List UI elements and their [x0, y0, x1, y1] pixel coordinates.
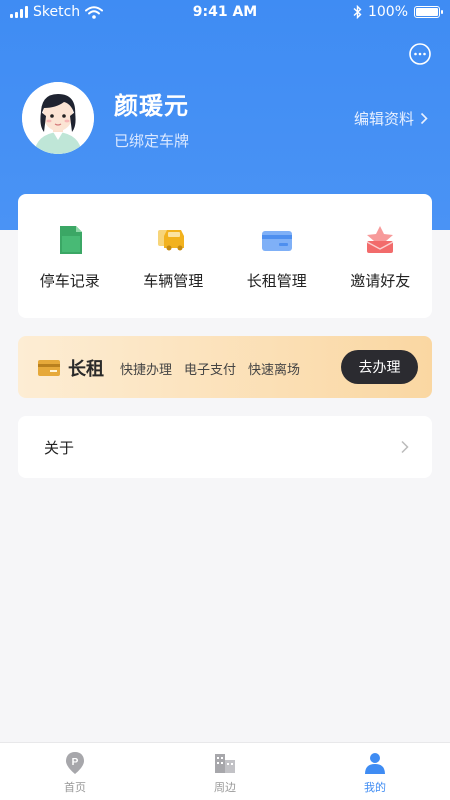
status-right: 100% — [353, 4, 443, 20]
edit-profile-link[interactable]: 编辑资料 — [354, 108, 428, 129]
banner-tag: 快捷办理 — [120, 363, 173, 378]
banner-tag: 电子支付 — [184, 363, 237, 378]
banner-title: 长租 — [68, 359, 104, 380]
chevron-right-icon — [420, 112, 428, 125]
battery-percent: 100% — [367, 4, 408, 20]
banner-tag: 快速离场 — [248, 363, 301, 378]
parking-record-icon — [59, 225, 82, 254]
car-management-icon — [158, 229, 185, 250]
message-icon[interactable] — [408, 42, 432, 66]
tab-label: 首页 — [64, 781, 86, 794]
user-icon — [365, 753, 385, 774]
avatar-illustration — [22, 82, 94, 154]
battery-icon — [414, 6, 443, 18]
rent-card-icon — [38, 360, 60, 376]
tab-mine[interactable]: 我的 — [300, 743, 450, 800]
parking-pin-icon: P — [66, 752, 84, 774]
menu-label: 停车记录 — [39, 271, 100, 290]
about-row[interactable]: 关于 — [18, 416, 432, 478]
menu-item-invite-friend[interactable]: 邀请好友 — [335, 206, 425, 306]
chevron-right-icon — [401, 440, 409, 454]
menu-label: 长租管理 — [246, 271, 307, 290]
tab-label: 我的 — [364, 781, 386, 794]
banner-tags: 快捷办理 电子支付 快速离场 — [120, 359, 300, 378]
tab-bar: P 首页 周边 我的 — [0, 742, 450, 800]
menu-item-parking-record[interactable]: 停车记录 — [25, 206, 115, 306]
menu-label: 车辆管理 — [143, 271, 204, 290]
long-rent-banner[interactable]: 长租 快捷办理 电子支付 快速离场 去办理 — [18, 336, 432, 398]
menu-item-car-management[interactable]: 车辆管理 — [128, 206, 218, 306]
invite-friend-icon — [366, 225, 394, 253]
menu-label: 邀请好友 — [350, 271, 411, 290]
status-bar: Sketch 9:41 AM 100% — [0, 0, 450, 26]
plate-status: 已绑定车牌 — [114, 132, 190, 150]
tab-home[interactable]: P 首页 — [0, 743, 150, 800]
tab-nearby[interactable]: 周边 — [150, 743, 300, 800]
tab-label: 周边 — [214, 781, 236, 794]
go-apply-button[interactable]: 去办理 — [341, 350, 418, 384]
avatar[interactable] — [22, 82, 94, 154]
about-label: 关于 — [44, 439, 75, 457]
building-icon — [215, 754, 235, 773]
bluetooth-icon — [353, 5, 362, 19]
edit-profile-label: 编辑资料 — [353, 110, 414, 128]
menu-item-long-rent[interactable]: 长租管理 — [232, 206, 322, 306]
long-rent-card-icon — [261, 230, 292, 251]
function-menu: 停车记录 车辆管理 长租管理 邀请好友 — [18, 194, 432, 318]
user-name: 颜瑗元 — [114, 92, 189, 120]
svg-text:P: P — [72, 757, 79, 768]
